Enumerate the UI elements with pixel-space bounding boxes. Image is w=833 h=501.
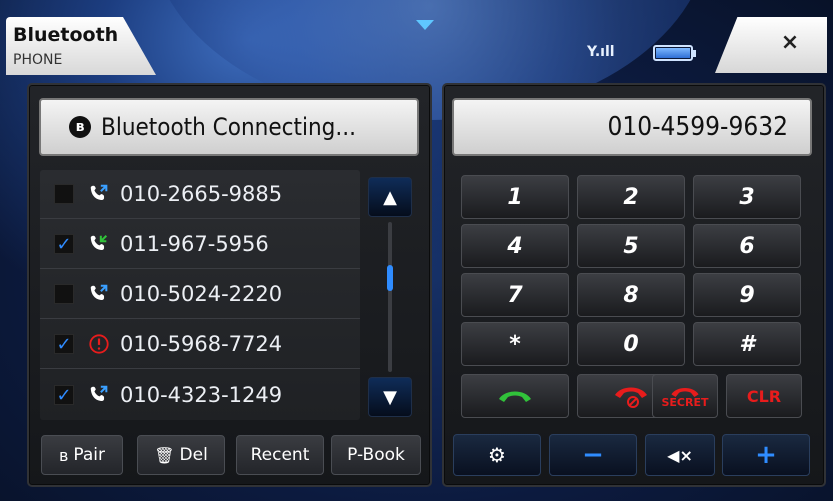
- settings-button[interactable]: ⚙: [453, 434, 541, 476]
- missed-call-icon: [89, 334, 109, 354]
- call-icon: [499, 391, 531, 402]
- pair-label: Pair: [73, 445, 105, 465]
- signal-strength-icon: Y.ıll: [587, 44, 615, 60]
- pair-button[interactable]: ʙ Pair: [41, 435, 123, 475]
- delete-label: Del: [179, 445, 208, 465]
- bluetooth-phone-screen: Bluetooth PHONE × Y.ıll ʙ Bluetooth Conn…: [0, 0, 833, 501]
- call-number: 010-5968-7724: [120, 332, 283, 356]
- outgoing-call-icon: [90, 385, 108, 401]
- gear-icon: ⚙: [488, 443, 506, 467]
- dial-number-display: 010-4599-9632: [452, 98, 812, 156]
- secret-label: SECRET: [661, 396, 709, 409]
- app-title: Bluetooth: [13, 24, 119, 46]
- key-2[interactable]: 2: [577, 175, 685, 219]
- close-tab: [715, 17, 827, 73]
- outgoing-call-icon: [90, 284, 108, 300]
- bluetooth-icon: ʙ: [69, 116, 91, 138]
- call-number: 011-967-5956: [120, 232, 269, 256]
- key-3[interactable]: 3: [693, 175, 801, 219]
- recent-call-list: 010-2665-9885 ✓ 011-967-5956 010-5024-22…: [40, 170, 360, 420]
- app-subtitle: PHONE: [13, 52, 63, 68]
- phonebook-button[interactable]: P-Book: [331, 435, 421, 475]
- outgoing-call-icon: [90, 184, 108, 200]
- trash-icon: 🗑: [154, 445, 175, 465]
- key-7[interactable]: 7: [461, 273, 569, 317]
- close-button[interactable]: ×: [775, 28, 805, 58]
- key-6[interactable]: 6: [693, 224, 801, 268]
- volume-down-button[interactable]: −: [549, 434, 637, 476]
- minus-icon: −: [582, 440, 604, 470]
- row-checkbox[interactable]: [54, 184, 74, 204]
- scroll-track[interactable]: [388, 222, 392, 372]
- connection-status-text: Bluetooth Connecting...: [101, 113, 356, 141]
- call-number: 010-5024-2220: [120, 282, 283, 306]
- key-0[interactable]: 0: [577, 322, 685, 366]
- call-list-row[interactable]: ✓ 010-5968-7724: [40, 320, 360, 369]
- mute-button[interactable]: ◀×: [645, 434, 715, 476]
- battery-icon: [653, 45, 696, 61]
- call-number: 010-2665-9885: [120, 182, 283, 206]
- key-4[interactable]: 4: [461, 224, 569, 268]
- key-hash[interactable]: #: [693, 322, 801, 366]
- key-1[interactable]: 1: [461, 175, 569, 219]
- call-list-row[interactable]: 010-2665-9885: [40, 170, 360, 219]
- key-5[interactable]: 5: [577, 224, 685, 268]
- end-call-icon: [615, 387, 647, 408]
- delete-button[interactable]: 🗑 Del: [137, 435, 225, 475]
- phonebook-label: P-Book: [347, 445, 405, 465]
- secret-button[interactable]: SECRET: [652, 374, 718, 418]
- recent-label: Recent: [250, 445, 310, 465]
- mute-icon: ◀×: [667, 445, 693, 465]
- top-pulldown-handle[interactable]: [416, 20, 434, 30]
- call-list-row[interactable]: 010-5024-2220: [40, 270, 360, 319]
- clear-button[interactable]: CLR: [726, 374, 802, 418]
- key-9[interactable]: 9: [693, 273, 801, 317]
- call-button[interactable]: [461, 374, 569, 418]
- connection-status-bar: ʙ Bluetooth Connecting...: [39, 98, 419, 156]
- scroll-thumb[interactable]: [387, 265, 393, 291]
- key-star[interactable]: *: [461, 322, 569, 366]
- incoming-call-icon: [90, 235, 108, 250]
- call-list-row[interactable]: ✓ 010-4323-1249: [40, 370, 360, 419]
- scroll-down-button[interactable]: ▼: [368, 377, 412, 417]
- row-checkbox[interactable]: ✓: [54, 384, 74, 405]
- call-number: 010-4323-1249: [120, 382, 283, 407]
- volume-up-button[interactable]: +: [722, 434, 810, 476]
- bluetooth-icon: ʙ: [59, 445, 69, 465]
- row-checkbox[interactable]: [54, 284, 74, 304]
- row-checkbox[interactable]: ✓: [54, 334, 74, 355]
- call-list-row[interactable]: ✓ 011-967-5956: [40, 220, 360, 269]
- key-8[interactable]: 8: [577, 273, 685, 317]
- plus-icon: +: [755, 440, 777, 470]
- row-checkbox[interactable]: ✓: [54, 234, 74, 255]
- recent-button[interactable]: Recent: [236, 435, 324, 475]
- scroll-up-button[interactable]: ▲: [368, 177, 412, 217]
